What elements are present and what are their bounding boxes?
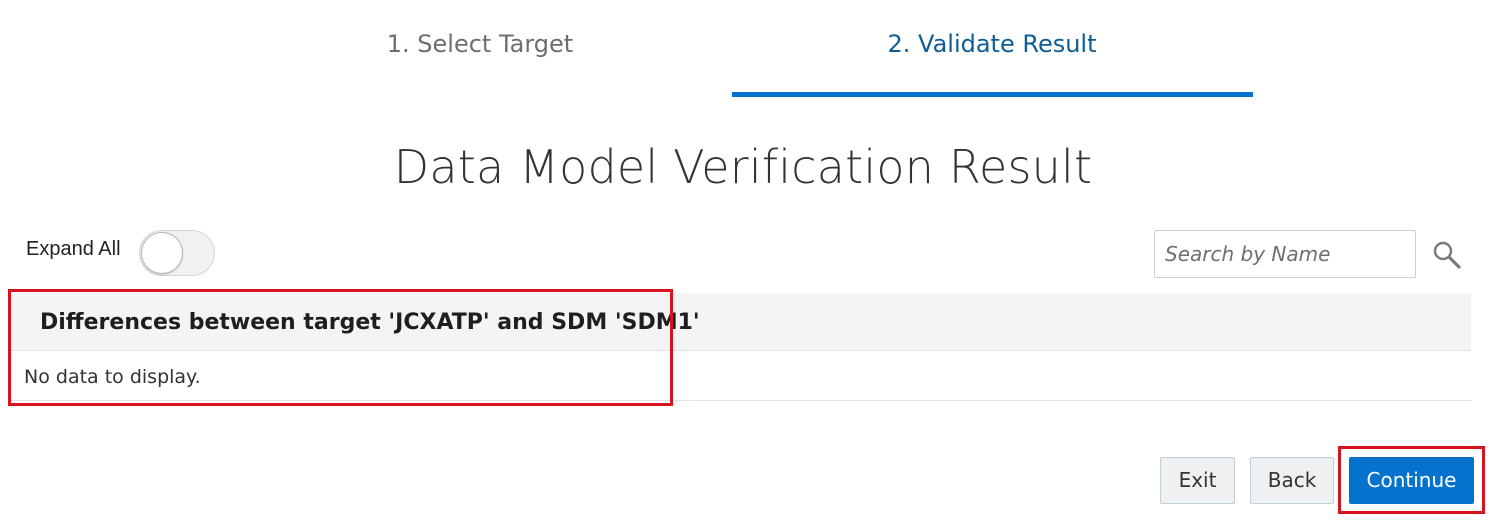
toggle-knob — [141, 232, 183, 274]
step-select-target[interactable]: 1. Select Target — [220, 20, 740, 96]
step-validate-result[interactable]: 2. Validate Result — [732, 20, 1252, 96]
search-input[interactable] — [1154, 230, 1416, 278]
back-button[interactable]: Back — [1250, 457, 1334, 504]
empty-message: No data to display. — [24, 366, 201, 388]
results-header: Differences between target 'JCXATP' and … — [10, 293, 1471, 351]
results-header-title: Differences between target 'JCXATP' and … — [40, 310, 700, 335]
page-title: Data Model Verification Result — [393, 140, 1093, 194]
search-icon[interactable] — [1432, 240, 1462, 270]
validate-result-page: 1. Select Target 2. Validate Result Data… — [0, 0, 1492, 527]
expand-all-label: Expand All — [26, 238, 121, 260]
active-step-indicator — [732, 92, 1253, 97]
results-body: No data to display. — [10, 351, 1471, 401]
expand-all-toggle[interactable] — [139, 230, 215, 276]
exit-button[interactable]: Exit — [1160, 457, 1235, 504]
continue-button[interactable]: Continue — [1349, 457, 1474, 504]
